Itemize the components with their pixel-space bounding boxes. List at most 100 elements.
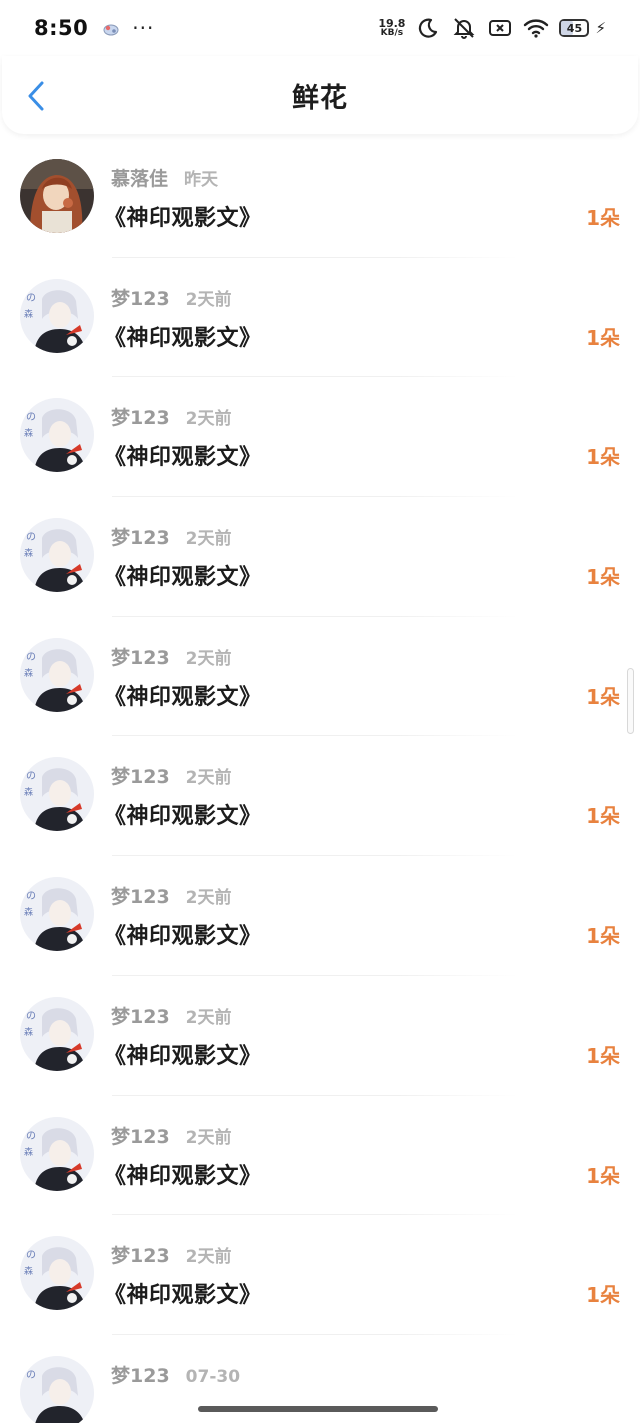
book-title[interactable]: 《神印观影文》 xyxy=(104,679,262,711)
list-item[interactable]: の 森 梦123 2天前 《神印观影文》 1朵 xyxy=(0,976,640,1096)
username: 梦123 2天前 xyxy=(111,284,232,311)
home-indicator[interactable] xyxy=(198,1406,438,1412)
header: 鲜花 xyxy=(2,56,638,134)
avatar[interactable]: の 森 xyxy=(20,518,94,593)
flower-record-list: 慕落佳 昨天 《神印观影文》 1朵 の 森 梦123 2天前 《神印观影文》 1… xyxy=(0,138,640,1423)
list-item[interactable]: の 森 梦123 2天前 《神印观影文》 1朵 xyxy=(0,856,640,976)
avatar[interactable]: の xyxy=(20,1355,94,1423)
username: 梦123 2天前 xyxy=(111,1002,232,1029)
avatar[interactable]: の 森 xyxy=(20,996,94,1071)
flower-count: 1朵 xyxy=(586,445,620,470)
flower-count: 1朵 xyxy=(586,924,620,949)
username: 梦123 2天前 xyxy=(111,403,232,430)
svg-text:森: 森 xyxy=(24,547,33,559)
timestamp: 2天前 xyxy=(185,1007,232,1028)
status-bar: 8:50 ··· 19.8 KB/s 45 ⚡ xyxy=(0,0,640,56)
do-not-disturb-moon-icon xyxy=(415,17,441,39)
book-title[interactable]: 《神印观影文》 xyxy=(104,200,262,232)
flower-count: 1朵 xyxy=(586,206,620,230)
list-item[interactable]: 慕落佳 昨天 《神印观影文》 1朵 xyxy=(0,138,640,258)
username: 慕落佳 昨天 xyxy=(111,164,218,191)
avatar[interactable]: の 森 xyxy=(20,637,94,712)
timestamp: 昨天 xyxy=(184,170,219,190)
avatar-anime-boy-image: の 森 xyxy=(20,278,94,353)
network-speed: 19.8 KB/s xyxy=(378,18,405,38)
svg-text:の: の xyxy=(26,771,36,782)
username: 梦123 2天前 xyxy=(111,762,232,789)
timestamp: 2天前 xyxy=(185,409,232,430)
flower-list-page: 8:50 ··· 19.8 KB/s 45 ⚡ 鲜花 慕落佳 昨天 《神印观影文… xyxy=(0,0,640,1423)
flower-count: 1朵 xyxy=(586,804,620,829)
flower-count: 1朵 xyxy=(586,1043,620,1068)
avatar-anime-boy-image: の 森 xyxy=(20,757,94,832)
username-text: 慕落佳 xyxy=(111,168,169,190)
avatar[interactable]: の 森 xyxy=(20,278,94,353)
flower-count: 1朵 xyxy=(586,565,620,590)
mute-bell-icon xyxy=(451,17,477,39)
book-title[interactable]: 《神印观影文》 xyxy=(104,798,262,830)
back-button[interactable] xyxy=(22,80,50,112)
flower-count: 1朵 xyxy=(586,1283,620,1308)
list-item[interactable]: の 森 梦123 2天前 《神印观影文》 1朵 xyxy=(0,617,640,737)
svg-text:の: の xyxy=(26,891,36,902)
list-item[interactable]: の 森 梦123 2天前 《神印观影文》 1朵 xyxy=(0,497,640,617)
wifi-icon xyxy=(523,17,549,39)
username-text: 梦123 xyxy=(111,646,170,669)
book-title[interactable]: 《神印观影文》 xyxy=(104,1277,262,1309)
list-item[interactable]: の 森 梦123 2天前 《神印观影文》 1朵 xyxy=(0,736,640,857)
scrollbar[interactable] xyxy=(627,668,634,734)
svg-text:の: の xyxy=(26,293,36,304)
chevron-left-icon xyxy=(28,81,44,111)
avatar[interactable]: の 森 xyxy=(20,398,94,473)
app-notification-icon xyxy=(102,21,120,36)
svg-text:森: 森 xyxy=(24,1265,33,1277)
book-title[interactable]: 《神印观影文》 xyxy=(104,559,262,591)
book-title[interactable]: 《神印观影文》 xyxy=(104,1158,262,1190)
avatar[interactable]: の 森 xyxy=(20,757,94,832)
timestamp: 2天前 xyxy=(185,529,232,550)
avatar[interactable] xyxy=(20,159,94,233)
list-item[interactable]: の 森 梦123 2天前 《神印观影文》 1朵 xyxy=(0,1096,640,1216)
username: 梦123 2天前 xyxy=(111,1241,232,1268)
svg-text:の: の xyxy=(26,1250,36,1261)
avatar[interactable]: の 森 xyxy=(20,1236,94,1311)
no-sim-icon xyxy=(487,17,513,39)
book-title[interactable]: 《神印观影文》 xyxy=(104,918,262,950)
svg-text:の: の xyxy=(26,1370,36,1381)
book-title[interactable]: 《神印观影文》 xyxy=(104,439,262,471)
username-text: 梦123 xyxy=(111,527,170,550)
avatar-anime-boy-image: の 森 xyxy=(20,877,94,952)
avatar-anime-boy-image: の 森 xyxy=(20,518,94,593)
avatar[interactable]: の 森 xyxy=(20,1116,94,1191)
network-speed-unit: KB/s xyxy=(380,28,404,38)
avatar-anime-boy-image: の 森 xyxy=(20,996,94,1071)
status-icons: 19.8 KB/s 45 ⚡ xyxy=(378,17,606,39)
username: 梦123 2天前 xyxy=(111,1122,232,1149)
list-item[interactable]: の 森 梦123 2天前 《神印观影文》 1朵 xyxy=(0,1215,640,1335)
charging-bolt-icon: ⚡ xyxy=(595,19,606,37)
list-item[interactable]: の 森 梦123 2天前 《神印观影文》 1朵 xyxy=(0,377,640,498)
flower-count: 1朵 xyxy=(586,325,620,350)
username-text: 梦123 xyxy=(111,1005,170,1028)
book-title[interactable]: 《神印观影文》 xyxy=(104,320,262,352)
flower-count: 1朵 xyxy=(586,1163,620,1188)
username: 梦123 2天前 xyxy=(111,523,232,550)
svg-text:の: の xyxy=(26,652,36,663)
svg-text:の: の xyxy=(26,412,36,423)
avatar[interactable]: の 森 xyxy=(20,877,94,952)
avatar-anime-boy-image: の 森 xyxy=(20,398,94,473)
svg-text:森: 森 xyxy=(24,667,33,679)
avatar-anime-boy-image: の xyxy=(20,1355,94,1423)
list-item[interactable]: の 森 梦123 2天前 《神印观影文》 1朵 xyxy=(0,258,640,378)
username-text: 梦123 xyxy=(111,1245,170,1268)
svg-text:の: の xyxy=(26,1131,36,1142)
battery-level: 45 xyxy=(566,21,583,35)
username-text: 梦123 xyxy=(111,287,170,310)
timestamp: 2天前 xyxy=(185,1247,232,1268)
timestamp: 2天前 xyxy=(185,768,232,789)
svg-text:森: 森 xyxy=(24,427,33,439)
username-text: 梦123 xyxy=(111,766,170,789)
username-text: 梦123 xyxy=(111,407,170,430)
book-title[interactable]: 《神印观影文》 xyxy=(104,1038,262,1070)
timestamp: 2天前 xyxy=(185,888,232,909)
